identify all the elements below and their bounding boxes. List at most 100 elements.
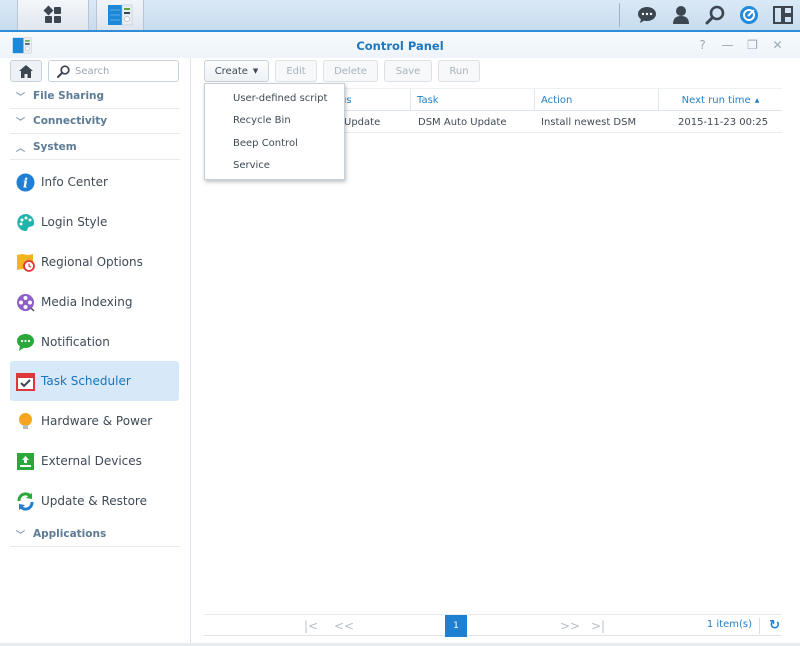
category-system[interactable]: ︿ System <box>10 135 180 160</box>
create-label: Create <box>214 65 248 77</box>
pagination-bar: |< << 1 >> >| 1 item(s) ↻ <box>204 614 782 637</box>
cell-task: DSM Auto Update <box>418 116 507 128</box>
caret-down-icon: ▼ <box>252 67 259 75</box>
minimize-icon: — <box>721 38 734 52</box>
widgets-icon <box>773 6 793 24</box>
main-menu-button[interactable] <box>17 0 89 30</box>
sidebar-item-external-devices[interactable]: External Devices <box>10 441 179 481</box>
search-button[interactable] <box>698 0 732 30</box>
current-page-button[interactable]: 1 <box>445 615 467 637</box>
dsm-dashboard-button[interactable] <box>732 0 766 30</box>
category-label: Applications <box>33 528 107 540</box>
sidebar-item-label: Login Style <box>41 215 108 229</box>
pager-divider <box>759 618 760 634</box>
category-file-sharing[interactable]: ﹀ File Sharing <box>10 84 180 109</box>
column-header-label: Next run time <box>681 94 751 106</box>
category-label: File Sharing <box>33 90 105 102</box>
sidebar-item-login-style[interactable]: Login Style <box>10 202 179 242</box>
column-header-task[interactable]: Task <box>410 89 534 111</box>
first-page-icon: |< <box>304 619 319 633</box>
sidebar-item-media-indexing[interactable]: Media Indexing <box>10 282 179 322</box>
film-reel-icon <box>16 293 35 312</box>
sidebar-item-task-scheduler[interactable]: Task Scheduler <box>10 361 179 401</box>
info-icon: i <box>16 173 35 192</box>
window-controls: ? — ❐ ✕ <box>690 36 790 54</box>
sidebar-item-label: External Devices <box>41 454 142 468</box>
edit-button[interactable]: Edit <box>275 60 317 82</box>
window-title: Control Panel <box>356 39 444 53</box>
chat-bubble-icon <box>16 333 35 352</box>
control-panel-icon <box>108 4 133 26</box>
taskbar-tray <box>619 0 800 30</box>
cell-next-run-time: 2015-11-23 00:25 <box>678 116 769 128</box>
cell-action: Install newest DSM <box>541 116 637 128</box>
sidebar-item-label: Notification <box>41 335 110 349</box>
column-header-status[interactable]: us <box>334 89 412 111</box>
control-panel-taskbar-button[interactable] <box>96 0 144 30</box>
sidebar-item-label: Info Center <box>41 175 108 189</box>
apps-grid-icon <box>43 5 61 23</box>
window-titlebar[interactable]: Control Panel ? — ❐ ✕ <box>0 32 800 58</box>
user-button[interactable] <box>664 0 698 30</box>
category-applications[interactable]: ﹀ Applications <box>10 522 180 547</box>
menu-item-beep-control[interactable]: Beep Control <box>205 132 344 155</box>
sidebar-item-label: Task Scheduler <box>41 374 131 388</box>
help-button[interactable]: ? <box>690 36 715 54</box>
restore-button[interactable]: ❐ <box>740 36 765 54</box>
chevron-down-icon: ﹀ <box>16 117 26 128</box>
refresh-button[interactable]: ↻ <box>769 618 780 633</box>
sort-ascending-icon: ▲ <box>754 96 760 104</box>
widgets-button[interactable] <box>766 0 800 30</box>
menu-item-user-defined-script[interactable]: User-defined script <box>205 87 344 110</box>
previous-page-icon: << <box>334 619 355 633</box>
task-toolbar: Create ▼ Edit Delete Save Run <box>204 60 480 82</box>
category-connectivity[interactable]: ﹀ Connectivity <box>10 109 180 134</box>
last-page-button[interactable]: >| <box>591 617 605 635</box>
last-page-icon: >| <box>591 619 606 633</box>
chevron-down-icon: ﹀ <box>16 530 26 541</box>
help-icon: ? <box>699 38 706 52</box>
dashboard-icon <box>740 6 758 24</box>
sidebar-item-label: Update & Restore <box>41 494 147 508</box>
run-button[interactable]: Run <box>438 60 480 82</box>
category-label: System <box>33 141 77 153</box>
sidebar-item-info-center[interactable]: i Info Center <box>10 162 179 202</box>
sidebar-item-update-restore[interactable]: Update & Restore <box>10 481 179 521</box>
column-header-action[interactable]: Action <box>534 89 658 111</box>
refresh-icon: ↻ <box>769 618 780 633</box>
refresh-arrows-icon <box>16 491 35 511</box>
sidebar-item-regional-options[interactable]: Regional Options <box>10 242 179 282</box>
save-button[interactable]: Save <box>384 60 432 82</box>
column-header-next-run-time[interactable]: Next run time ▲ <box>658 89 782 111</box>
svg-text:i: i <box>23 176 28 191</box>
create-button[interactable]: Create ▼ <box>204 60 269 82</box>
chat-icon <box>638 7 656 23</box>
next-page-button[interactable]: >> <box>560 617 580 635</box>
home-icon <box>19 64 33 78</box>
item-count: 1 item(s) <box>706 619 752 630</box>
delete-button[interactable]: Delete <box>323 60 378 82</box>
chevron-up-icon: ︿ <box>16 143 26 154</box>
sidebar-item-label: Hardware & Power <box>41 414 153 428</box>
search-input[interactable] <box>75 65 175 77</box>
menu-item-service[interactable]: Service <box>205 155 344 178</box>
search-icon <box>705 5 725 25</box>
tray-divider <box>619 3 620 27</box>
sidebar-item-label: Media Indexing <box>41 295 133 309</box>
close-icon: ✕ <box>772 38 783 52</box>
light-bulb-icon <box>16 412 35 431</box>
sidebar-item-notification[interactable]: Notification <box>10 322 179 362</box>
notifications-button[interactable] <box>630 0 664 30</box>
previous-page-button[interactable]: << <box>334 617 354 635</box>
chevron-down-icon: ﹀ <box>16 92 26 103</box>
sidebar-item-hardware-power[interactable]: Hardware & Power <box>10 401 179 441</box>
palette-icon <box>16 213 35 232</box>
sidebar: ﹀ File Sharing ﹀ Connectivity ︿ System i… <box>0 58 191 646</box>
minimize-button[interactable]: — <box>715 36 740 54</box>
upload-device-icon <box>16 452 35 471</box>
sidebar-search[interactable] <box>48 60 179 82</box>
close-button[interactable]: ✕ <box>765 36 790 54</box>
menu-item-recycle-bin[interactable]: Recycle Bin <box>205 110 344 133</box>
home-button[interactable] <box>10 60 42 82</box>
first-page-button[interactable]: |< <box>304 617 318 635</box>
